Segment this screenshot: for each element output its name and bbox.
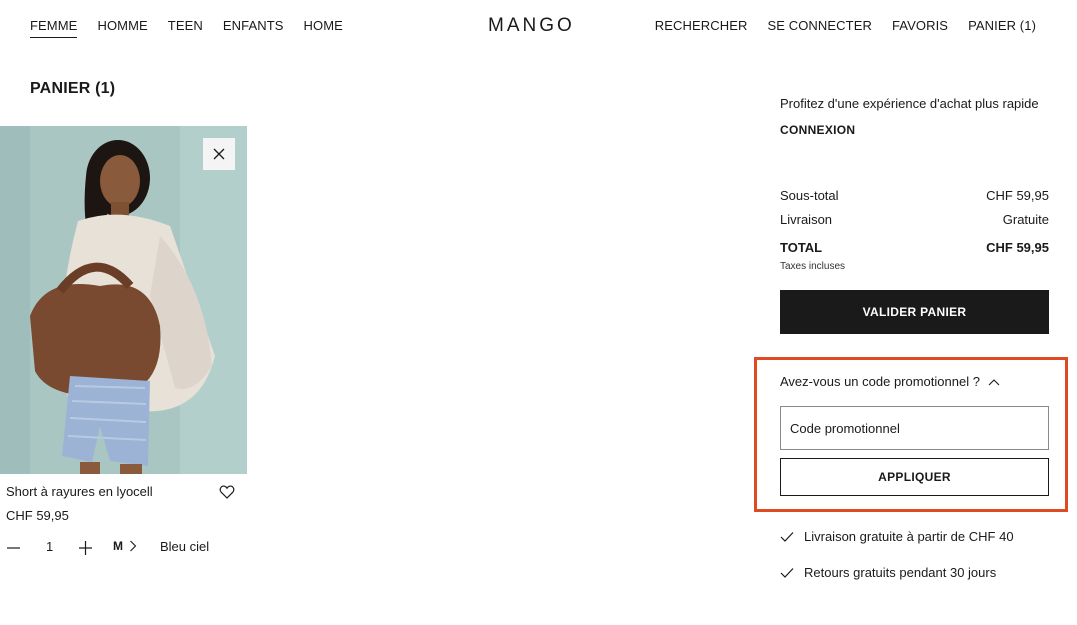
nav-cart[interactable]: PANIER (1) bbox=[968, 18, 1036, 33]
cart-item: Short à rayures en lyocell CHF 59,95 1 M… bbox=[0, 126, 247, 555]
nav-search[interactable]: RECHERCHER bbox=[655, 18, 748, 33]
chevron-right-icon bbox=[130, 540, 137, 552]
increase-quantity-button[interactable] bbox=[78, 540, 94, 556]
total-value: CHF 59,95 bbox=[986, 240, 1049, 255]
delivery-row: Livraison Gratuite bbox=[780, 212, 1049, 227]
nav-homme[interactable]: HOMME bbox=[97, 18, 147, 38]
product-name[interactable]: Short à rayures en lyocell bbox=[6, 484, 153, 499]
connexion-link[interactable]: CONNEXION bbox=[780, 123, 855, 137]
page-title: PANIER (1) bbox=[30, 80, 116, 97]
heart-icon bbox=[219, 485, 235, 499]
favorite-button[interactable] bbox=[219, 484, 235, 500]
checkout-button[interactable]: VALIDER PANIER bbox=[780, 290, 1049, 334]
subtotal-value: CHF 59,95 bbox=[986, 188, 1049, 203]
checkmark-icon bbox=[780, 531, 794, 542]
nav-right: RECHERCHER SE CONNECTER FAVORIS PANIER (… bbox=[655, 18, 1036, 33]
total-row: TOTAL CHF 59,95 bbox=[780, 240, 1049, 255]
benefit-free-delivery: Livraison gratuite à partir de CHF 40 bbox=[780, 529, 1014, 544]
quantity-value: 1 bbox=[46, 539, 54, 554]
promo-question: Avez-vous un code promotionnel ? bbox=[780, 374, 980, 389]
nav-login[interactable]: SE CONNECTER bbox=[767, 18, 872, 33]
promo-code-input[interactable] bbox=[780, 406, 1049, 450]
product-image[interactable] bbox=[0, 126, 247, 474]
decrease-quantity-button[interactable] bbox=[6, 540, 22, 556]
delivery-value: Gratuite bbox=[1002, 212, 1049, 227]
benefit-free-returns: Retours gratuits pendant 30 jours bbox=[780, 565, 996, 580]
nav-left: FEMME HOMME TEEN ENFANTS HOME bbox=[30, 18, 343, 38]
minus-icon bbox=[7, 547, 20, 549]
apply-promo-button[interactable]: APPLIQUER bbox=[780, 458, 1049, 496]
checkmark-icon bbox=[780, 567, 794, 578]
total-label: TOTAL bbox=[780, 240, 823, 255]
delivery-label: Livraison bbox=[780, 212, 833, 227]
benefit-free-returns-text: Retours gratuits pendant 30 jours bbox=[804, 565, 997, 580]
product-photo-illustration bbox=[0, 126, 247, 474]
plus-icon bbox=[79, 541, 92, 555]
benefit-free-delivery-text: Livraison gratuite à partir de CHF 40 bbox=[804, 529, 1014, 544]
chevron-up-icon bbox=[988, 378, 1000, 385]
nav-home[interactable]: HOME bbox=[304, 18, 343, 38]
remove-item-button[interactable] bbox=[203, 138, 235, 170]
brand-logo[interactable]: MANGO bbox=[488, 15, 575, 37]
taxes-note: Taxes incluses bbox=[780, 261, 846, 272]
size-value: M bbox=[113, 539, 123, 553]
nav-favorites[interactable]: FAVORIS bbox=[892, 18, 948, 33]
nav-teen[interactable]: TEEN bbox=[168, 18, 203, 38]
subtotal-label: Sous-total bbox=[780, 188, 839, 203]
size-selector[interactable]: M bbox=[113, 539, 137, 553]
product-color: Bleu ciel bbox=[160, 539, 210, 554]
subtotal-row: Sous-total CHF 59,95 bbox=[780, 188, 1049, 203]
promo-code-toggle[interactable]: Avez-vous un code promotionnel ? bbox=[780, 374, 1000, 389]
nav-femme[interactable]: FEMME bbox=[30, 18, 78, 38]
quantity-stepper: 1 M Bleu ciel bbox=[6, 538, 246, 558]
top-navigation: FEMME HOMME TEEN ENFANTS HOME MANGO RECH… bbox=[0, 0, 1077, 52]
product-price: CHF 59,95 bbox=[6, 508, 69, 523]
faster-checkout-text: Profitez d'une expérience d'achat plus r… bbox=[780, 96, 1039, 111]
close-icon bbox=[213, 148, 225, 160]
nav-enfants[interactable]: ENFANTS bbox=[223, 18, 284, 38]
